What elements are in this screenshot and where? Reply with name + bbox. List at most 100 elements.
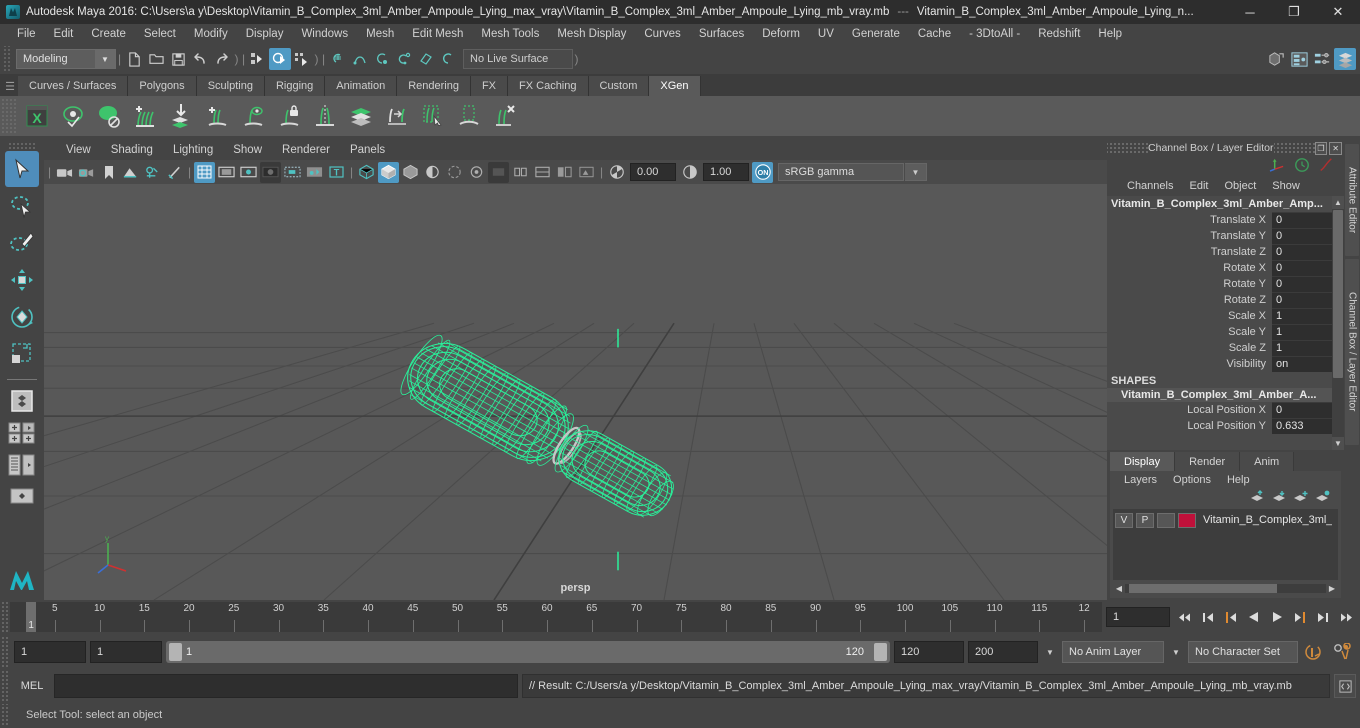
layer-menu-options[interactable]: Options xyxy=(1165,471,1219,489)
exposure-toggle-icon[interactable] xyxy=(576,162,597,183)
snap-to-view-plane-icon[interactable] xyxy=(415,48,437,70)
play-forwards-icon[interactable] xyxy=(1266,606,1287,628)
film-gate-icon[interactable] xyxy=(216,162,237,183)
xgen-add-groom-icon[interactable] xyxy=(128,99,162,133)
menu-file[interactable]: File xyxy=(8,24,45,44)
texture-icon[interactable]: T xyxy=(326,162,347,183)
attribute-editor-icon[interactable] xyxy=(1288,48,1310,70)
channel-box-menu-object[interactable]: Object xyxy=(1216,176,1264,196)
layer-list-horizontal-scrollbar[interactable]: ◀ ▶ xyxy=(1113,582,1338,595)
channel-box-scrollbar[interactable]: ▲ ▼ xyxy=(1332,196,1344,450)
script-editor-icon[interactable] xyxy=(1334,674,1356,698)
color-management-toggle-icon[interactable]: ON xyxy=(752,161,773,183)
layer-editor-tab-display[interactable]: Display xyxy=(1110,452,1176,471)
object-select-icon[interactable] xyxy=(269,48,291,70)
single-perspective-layout-icon[interactable] xyxy=(4,385,40,417)
panel-gripper-right[interactable] xyxy=(1273,142,1315,154)
gamma-icon[interactable] xyxy=(679,162,700,183)
four-view-layout-icon[interactable] xyxy=(4,417,40,449)
channel-box-menu-show[interactable]: Show xyxy=(1264,176,1308,196)
menu-mesh-tools[interactable]: Mesh Tools xyxy=(472,24,548,44)
menu-edit-mesh[interactable]: Edit Mesh xyxy=(403,24,472,44)
shelf-tab-custom[interactable]: Custom xyxy=(588,76,650,96)
channel-row[interactable]: Translate X0 xyxy=(1107,212,1344,228)
range-start-time-field[interactable]: 1 xyxy=(90,641,162,663)
undock-panel-button[interactable]: ❐ xyxy=(1314,141,1328,155)
layer-list[interactable]: V P Vitamin_B_Complex_3ml_ xyxy=(1113,509,1338,580)
move-layer-up-icon[interactable] xyxy=(1249,490,1265,506)
channel-row[interactable]: Local Position X0 xyxy=(1107,402,1344,418)
status-line-gripper[interactable] xyxy=(2,46,12,72)
redo-icon[interactable] xyxy=(211,48,233,70)
close-button[interactable]: ✕ xyxy=(1316,0,1360,24)
minimize-button[interactable]: ─ xyxy=(1228,0,1272,24)
menu-modify[interactable]: Modify xyxy=(185,24,237,44)
step-back-frame-icon[interactable] xyxy=(1220,606,1241,628)
xgen-import-collection-icon[interactable] xyxy=(164,99,198,133)
new-layer-from-selected-icon[interactable] xyxy=(1315,490,1331,506)
menu-cache[interactable]: Cache xyxy=(909,24,960,44)
layer-visibility-toggle[interactable]: V xyxy=(1115,512,1133,528)
new-layer-icon[interactable] xyxy=(1293,490,1309,506)
xgen-select-region-icon[interactable] xyxy=(416,99,450,133)
step-forward-key-icon[interactable] xyxy=(1312,606,1333,628)
scroll-left-arrow-icon[interactable]: ◀ xyxy=(1113,584,1125,593)
open-scene-icon[interactable] xyxy=(145,48,167,70)
outliner-persp-layout-icon[interactable] xyxy=(4,449,40,481)
channel-box-icon[interactable] xyxy=(1334,48,1356,70)
channel-row[interactable]: Visibility on xyxy=(1107,356,1344,372)
xray-icon[interactable] xyxy=(282,162,303,183)
shelf-tab-fx[interactable]: FX xyxy=(470,76,509,96)
tab-channel-box[interactable]: Channel Box / Layer Editor xyxy=(1345,259,1359,445)
menu-edit[interactable]: Edit xyxy=(45,24,83,44)
step-back-key-icon[interactable] xyxy=(1197,606,1218,628)
shelf-tab-polygons[interactable]: Polygons xyxy=(128,76,197,96)
select-camera-icon[interactable] xyxy=(54,162,75,183)
menu-curves[interactable]: Curves xyxy=(635,24,689,44)
menu-mesh[interactable]: Mesh xyxy=(357,24,403,44)
layer-color-swatch[interactable] xyxy=(1178,512,1196,528)
screen-space-ao-icon[interactable] xyxy=(466,162,487,183)
play-backwards-icon[interactable] xyxy=(1243,606,1264,628)
command-line-gripper[interactable] xyxy=(0,671,10,701)
grid-icon[interactable] xyxy=(194,161,215,183)
channel-row[interactable]: Scale Z1 xyxy=(1107,340,1344,356)
viewport-3d-canvas[interactable]: y persp xyxy=(44,184,1107,600)
channel-box-menu-edit[interactable]: Edit xyxy=(1181,176,1216,196)
channel-row[interactable]: Local Position Y 0.633 xyxy=(1107,418,1344,434)
channel-row[interactable]: Rotate X0 xyxy=(1107,260,1344,276)
snap-to-projected-center-icon[interactable] xyxy=(393,48,415,70)
tab-attribute-editor[interactable]: Attribute Editor xyxy=(1345,144,1359,256)
scroll-down-arrow-icon[interactable]: ▼ xyxy=(1332,437,1344,450)
panel-gripper[interactable] xyxy=(1107,142,1149,154)
gate-mask-icon[interactable] xyxy=(260,161,281,183)
range-end-time-field[interactable]: 120 xyxy=(894,641,964,663)
xgen-layers-icon[interactable] xyxy=(344,99,378,133)
menu-display[interactable]: Display xyxy=(237,24,293,44)
rotate-tool-icon[interactable] xyxy=(5,299,39,335)
xgen-add-description-icon[interactable] xyxy=(200,99,234,133)
xgen-clump-region-icon[interactable] xyxy=(452,99,486,133)
character-set-chevron-icon[interactable]: ▼ xyxy=(1168,641,1184,663)
viewport-menu-view[interactable]: View xyxy=(56,140,101,160)
scrollbar-thumb[interactable] xyxy=(1129,584,1277,593)
range-slider-track[interactable]: 1 120 xyxy=(166,641,890,663)
current-time-indicator[interactable]: 1 xyxy=(26,602,37,632)
menu-select[interactable]: Select xyxy=(135,24,185,44)
shelf-tab-xgen[interactable]: XGen xyxy=(649,76,701,96)
save-scene-icon[interactable] xyxy=(167,48,189,70)
xgen-preview-icon[interactable] xyxy=(56,99,90,133)
tool-settings-icon[interactable] xyxy=(1311,48,1333,70)
viewport-menu-shading[interactable]: Shading xyxy=(101,140,163,160)
auto-key-icon[interactable] xyxy=(1302,640,1326,664)
channel-row[interactable]: Rotate Z0 xyxy=(1107,292,1344,308)
viewport-menu-renderer[interactable]: Renderer xyxy=(272,140,340,160)
scrollbar-thumb[interactable] xyxy=(1333,210,1343,378)
close-panel-button[interactable]: ✕ xyxy=(1329,141,1342,155)
layer-name[interactable]: Vitamin_B_Complex_3ml_ xyxy=(1199,514,1332,526)
resolution-gate-icon[interactable] xyxy=(238,162,259,183)
range-slider-gripper[interactable] xyxy=(0,637,10,667)
viewport-menu-show[interactable]: Show xyxy=(223,140,272,160)
undo-icon[interactable] xyxy=(189,48,211,70)
wireframe-icon[interactable] xyxy=(356,162,377,183)
